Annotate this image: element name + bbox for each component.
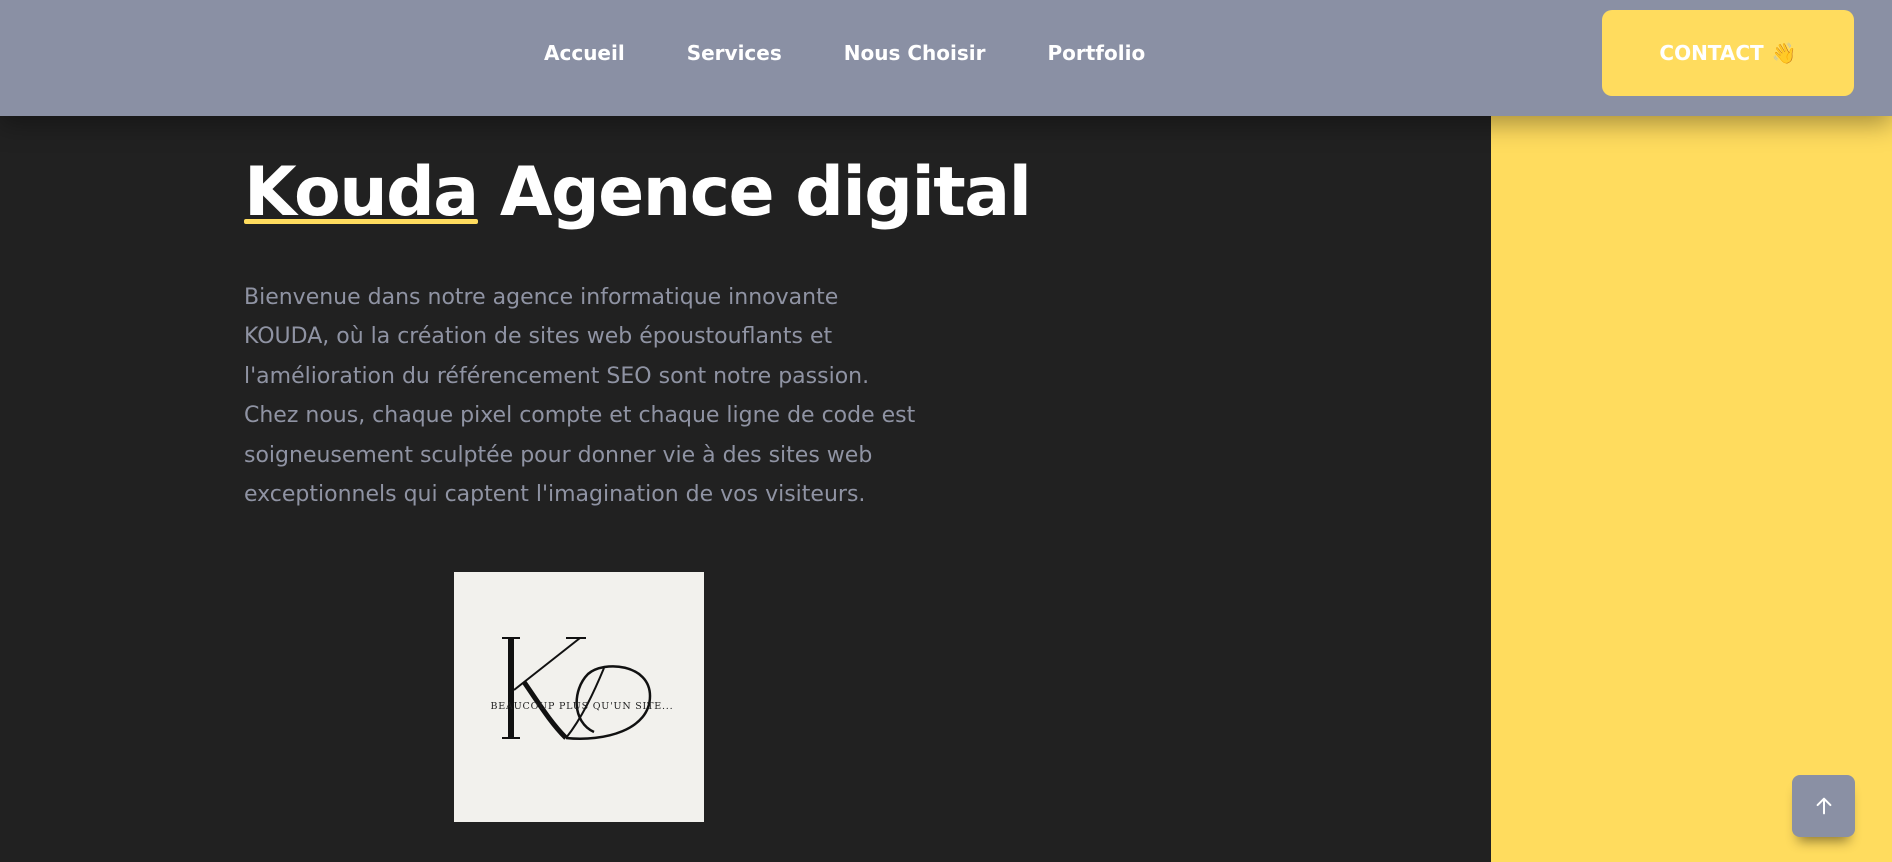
- arrow-up-icon: [1816, 797, 1831, 815]
- kouda-logo-card: BEAUCOUP PLUS QU'UN SITE...: [454, 572, 704, 822]
- waving-hand-icon: 👋: [1771, 41, 1797, 65]
- logo-tagline: BEAUCOUP PLUS QU'UN SITE...: [491, 701, 674, 712]
- main-nav: Accueil Services Nous Choisir Portfolio: [544, 38, 1145, 68]
- contact-button-label: CONTACT: [1659, 41, 1764, 65]
- nav-link-portfolio[interactable]: Portfolio: [1047, 38, 1145, 68]
- hero-description: Bienvenue dans notre agence informatique…: [244, 285, 916, 508]
- nav-link-nous-choisir[interactable]: Nous Choisir: [844, 38, 986, 68]
- nav-link-services[interactable]: Services: [687, 38, 782, 68]
- navbar: Accueil Services Nous Choisir Portfolio …: [0, 0, 1892, 116]
- contact-button[interactable]: CONTACT 👋: [1602, 10, 1854, 96]
- hero-title: Kouda Agence digital: [244, 150, 1032, 236]
- scroll-to-top-button[interactable]: [1792, 775, 1855, 837]
- hero-title-rest: Agence digital: [499, 153, 1032, 232]
- kouda-logo-icon: BEAUCOUP PLUS QU'UN SITE...: [491, 637, 674, 740]
- nav-link-accueil[interactable]: Accueil: [544, 38, 625, 68]
- yellow-side-panel: [1491, 116, 1892, 862]
- hero-brand-name: Kouda: [244, 150, 479, 236]
